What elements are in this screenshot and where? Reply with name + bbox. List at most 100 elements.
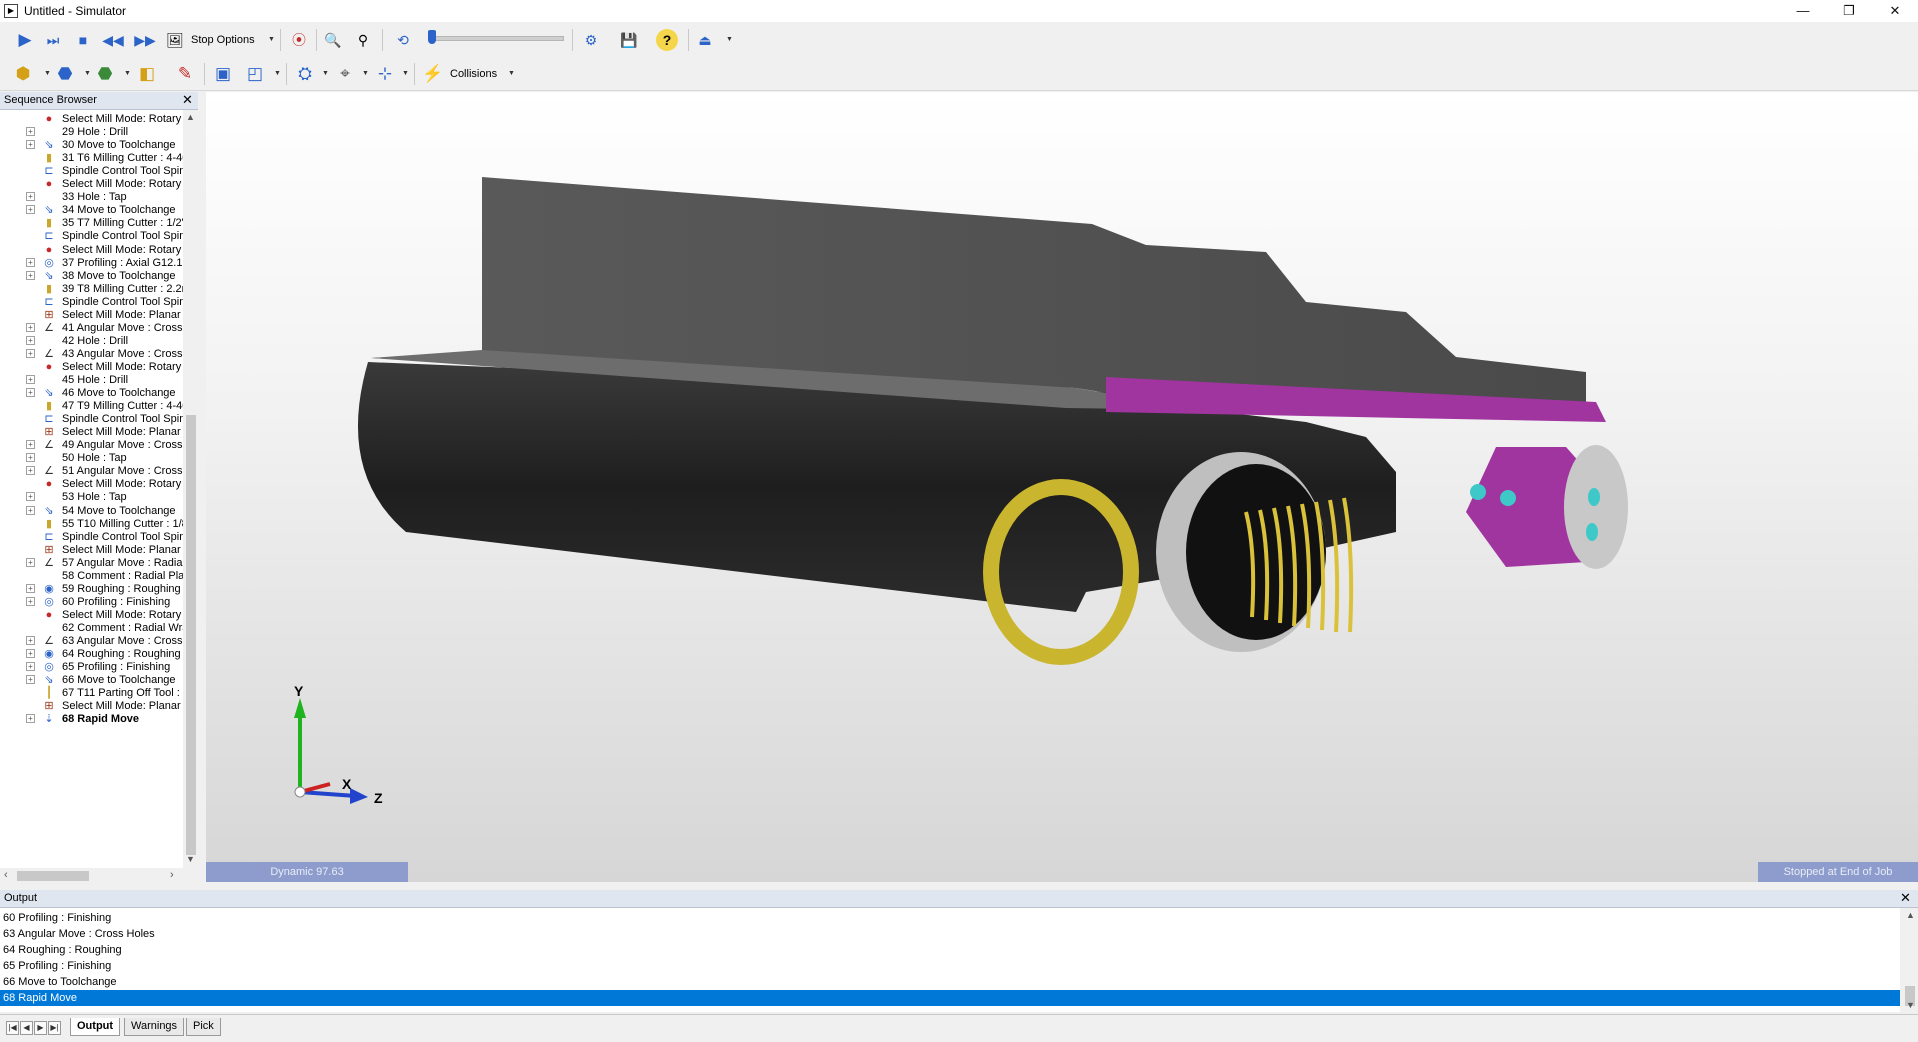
- output-line[interactable]: 68 Rapid Move: [0, 990, 1900, 1006]
- collisions-icon[interactable]: ⚡: [422, 62, 444, 86]
- expand-icon[interactable]: +: [26, 675, 35, 685]
- expand-icon[interactable]: +: [26, 466, 35, 476]
- expand-icon[interactable]: +: [26, 375, 35, 384]
- expand-icon[interactable]: +: [26, 583, 35, 593]
- scroll-right-icon[interactable]: ›: [170, 869, 174, 881]
- last-tab-icon[interactable]: ▶|: [48, 1021, 61, 1035]
- stock-icon[interactable]: ⬢: [12, 62, 34, 86]
- speed-slider-thumb[interactable]: [428, 30, 436, 44]
- output-tabs: |◀ ◀ ▶ ▶| Output Warnings Pick: [0, 1014, 1918, 1042]
- expand-icon[interactable]: +: [26, 388, 35, 398]
- rewind-icon[interactable]: ◀◀: [100, 28, 126, 52]
- zoom-fit-icon[interactable]: ⚲: [352, 28, 374, 52]
- tool-display-dropdown-icon[interactable]: ▼: [362, 70, 369, 77]
- output-line[interactable]: 60 Profiling : Finishing: [0, 910, 1900, 926]
- zoom-icon[interactable]: 🔍: [322, 28, 344, 52]
- section-icon[interactable]: ⛭: [294, 62, 316, 86]
- expand-icon[interactable]: +: [26, 348, 35, 358]
- view-iso-icon[interactable]: ◰: [244, 62, 266, 86]
- next-tab-icon[interactable]: ▶: [34, 1021, 47, 1035]
- output-line-text: 68 Rapid Move: [3, 992, 77, 1004]
- expand-icon[interactable]: +: [26, 492, 35, 502]
- stock-dropdown-icon[interactable]: ▼: [44, 70, 51, 77]
- part-icon[interactable]: ◧: [136, 62, 158, 86]
- first-tab-icon[interactable]: |◀: [6, 1021, 19, 1035]
- z-axis-arrow: [299, 790, 357, 798]
- expand-icon[interactable]: +: [26, 505, 35, 515]
- output-line[interactable]: 64 Roughing : Roughing: [0, 942, 1900, 958]
- maximize-button[interactable]: ❐: [1826, 0, 1872, 22]
- expand-icon[interactable]: +: [26, 257, 35, 267]
- record-icon[interactable]: ⦿: [288, 28, 310, 52]
- tool-display-icon[interactable]: ⌖: [334, 62, 356, 86]
- sequence-hscroll-thumb[interactable]: [17, 871, 89, 881]
- view-front-icon[interactable]: ▣: [212, 62, 234, 86]
- output-scroll-up-icon[interactable]: ▲: [1906, 910, 1915, 920]
- axis-display-icon[interactable]: ⊹: [374, 62, 396, 86]
- fixture-icon[interactable]: ⬣: [94, 62, 116, 86]
- view-dropdown-icon[interactable]: ▼: [274, 70, 281, 77]
- prev-tab-icon[interactable]: ◀: [20, 1021, 33, 1035]
- expand-icon[interactable]: +: [26, 270, 35, 280]
- eject-icon[interactable]: ⏏: [694, 28, 716, 52]
- machine-dropdown-icon[interactable]: ▼: [84, 70, 91, 77]
- machine-icon[interactable]: ⬣: [54, 62, 76, 86]
- tab-warnings[interactable]: Warnings: [124, 1018, 185, 1036]
- stop-options-button[interactable]: Stop Options: [191, 28, 255, 52]
- output-scrollbar[interactable]: ▲ ▼: [1902, 908, 1918, 1012]
- eject-dropdown-icon[interactable]: ▼: [726, 36, 733, 43]
- expand-icon[interactable]: +: [26, 596, 35, 606]
- sequence-horizontal-scrollbar[interactable]: ‹ ›: [0, 868, 183, 884]
- fast-forward-icon[interactable]: ▶▶: [132, 28, 158, 52]
- expand-icon[interactable]: +: [26, 636, 35, 645]
- tab-output[interactable]: Output: [70, 1018, 121, 1036]
- collisions-button[interactable]: Collisions: [450, 62, 497, 86]
- speed-slider-track[interactable]: [430, 36, 564, 41]
- expand-icon[interactable]: +: [26, 557, 35, 567]
- section-dropdown-icon[interactable]: ▼: [322, 70, 329, 77]
- sequence-vertical-scrollbar[interactable]: ▲ ▼: [184, 110, 198, 868]
- stop-icon[interactable]: ■: [72, 28, 94, 52]
- expand-icon[interactable]: +: [26, 192, 35, 202]
- rotate-view-icon[interactable]: ⟲: [392, 28, 414, 52]
- close-button[interactable]: ✕: [1872, 0, 1918, 22]
- save-icon[interactable]: 💾: [618, 28, 640, 52]
- collisions-dropdown-icon[interactable]: ▼: [508, 70, 515, 77]
- stop-options-dropdown-icon[interactable]: ▼: [268, 36, 275, 43]
- output-line[interactable]: 65 Profiling : Finishing: [0, 958, 1900, 974]
- scroll-left-icon[interactable]: ‹: [4, 869, 8, 881]
- minimize-button[interactable]: —: [1780, 0, 1826, 22]
- sequence-item[interactable]: + ⇣ 68 Rapid Move: [0, 711, 183, 727]
- fixture-dropdown-icon[interactable]: ▼: [124, 70, 131, 77]
- window-title: Untitled - Simulator: [24, 4, 127, 18]
- axis-display-dropdown-icon[interactable]: ▼: [402, 70, 409, 77]
- scroll-down-icon[interactable]: ▼: [186, 854, 195, 864]
- expand-icon[interactable]: +: [26, 322, 35, 332]
- output-line[interactable]: 63 Angular Move : Cross Holes: [0, 926, 1900, 942]
- expand-icon[interactable]: +: [26, 440, 35, 450]
- output-log[interactable]: 60 Profiling : Finishing 63 Angular Move …: [0, 908, 1900, 1012]
- expand-icon[interactable]: +: [26, 453, 35, 463]
- expand-icon[interactable]: +: [26, 714, 35, 724]
- simulation-viewport[interactable]: Y X Z: [206, 92, 1918, 882]
- sequence-tree[interactable]: ● Select Mill Mode: Rotary +29 Hole : Dril…: [0, 110, 183, 868]
- stop-options-icon[interactable]: 🖼: [164, 28, 186, 52]
- output-line[interactable]: 66 Move to Toolchange: [0, 974, 1900, 990]
- step-icon[interactable]: ⏭: [42, 28, 64, 52]
- expand-icon[interactable]: +: [26, 205, 35, 215]
- sequence-scroll-thumb[interactable]: [186, 415, 196, 855]
- output-close-icon[interactable]: ✕: [1900, 890, 1911, 906]
- expand-icon[interactable]: +: [26, 335, 35, 345]
- sequence-browser-close-icon[interactable]: ✕: [182, 92, 193, 108]
- help-icon[interactable]: ?: [656, 29, 678, 51]
- play-icon[interactable]: ▶: [14, 28, 36, 52]
- output-scroll-down-icon[interactable]: ▼: [1906, 1000, 1915, 1010]
- toolpath-icon[interactable]: ✎: [174, 62, 196, 86]
- expand-icon[interactable]: +: [26, 140, 35, 150]
- expand-icon[interactable]: +: [26, 662, 35, 672]
- expand-icon[interactable]: +: [26, 649, 35, 659]
- tab-pick[interactable]: Pick: [186, 1018, 221, 1036]
- scroll-up-icon[interactable]: ▲: [186, 112, 195, 122]
- expand-icon[interactable]: +: [26, 127, 35, 137]
- settings-icon[interactable]: ⚙: [580, 28, 602, 52]
